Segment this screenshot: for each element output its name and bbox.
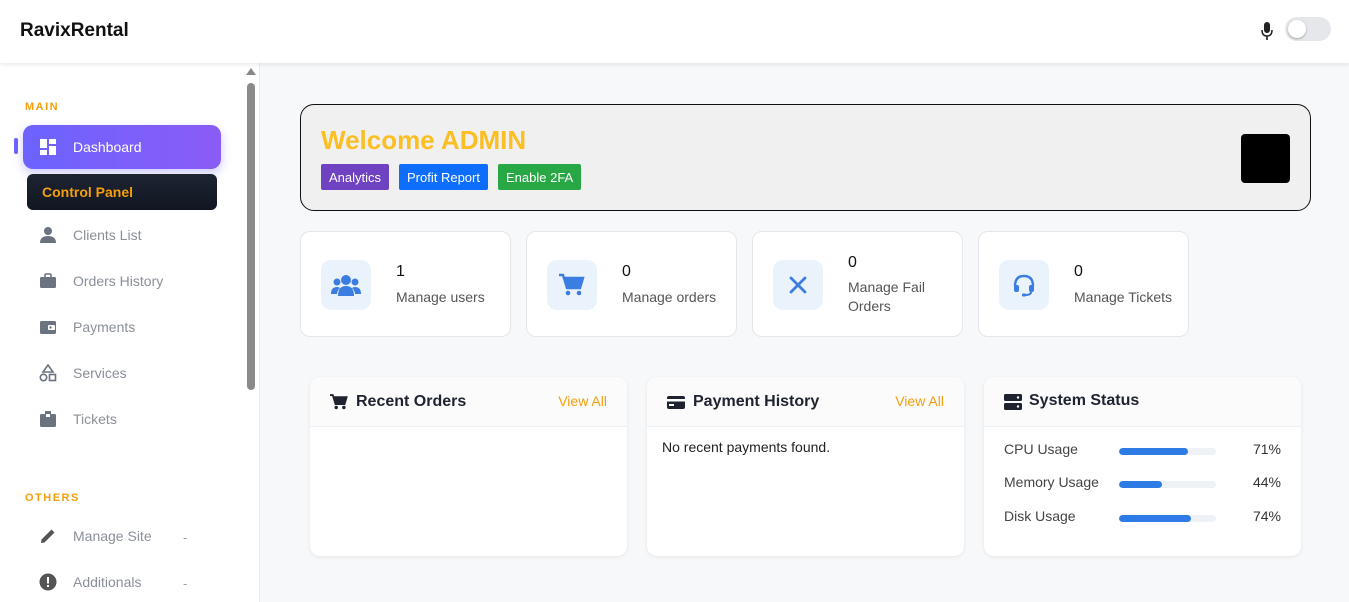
sidebar-item-payments[interactable]: Payments: [23, 307, 221, 347]
welcome-title: Welcome ADMIN: [321, 125, 527, 155]
users-icon: [321, 260, 371, 310]
panel-header: Recent Orders View All: [310, 377, 627, 427]
welcome-banner: Welcome ADMIN Analytics Profit Report En…: [300, 104, 1311, 211]
shapes-icon: [39, 364, 57, 382]
stat-label: Manage Tickets: [1074, 289, 1173, 305]
x-icon: [773, 260, 823, 310]
view-all-orders-link[interactable]: View All: [558, 393, 607, 409]
avatar[interactable]: [1241, 134, 1290, 183]
user-icon: [39, 226, 57, 244]
empty-state-text: No recent payments found.: [662, 439, 831, 455]
panel-header: System Status: [984, 377, 1301, 427]
top-bar: RavixRental: [0, 0, 1349, 63]
recent-orders-panel: Recent Orders View All: [310, 377, 627, 556]
disk-usage-row: Disk Usage 74%: [1004, 508, 1281, 528]
panel-header: Payment History View All: [647, 377, 964, 427]
cpu-usage-row: CPU Usage 71%: [1004, 441, 1281, 461]
expand-indicator: -: [183, 530, 188, 545]
expand-indicator: -: [183, 576, 188, 591]
credit-card-icon: [667, 396, 685, 409]
stat-card-fail-orders[interactable]: 0 Manage Fail Orders: [752, 231, 963, 337]
wallet-icon: [39, 318, 57, 336]
section-label-main: MAIN: [25, 101, 60, 113]
sidebar-item-manage-site[interactable]: Manage Site: [23, 516, 221, 556]
view-all-payments-link[interactable]: View All: [895, 393, 944, 409]
sidebar-item-orders-history[interactable]: Orders History: [23, 261, 221, 301]
payment-history-panel: Payment History View All No recent payme…: [647, 377, 964, 556]
dashboard-icon: [39, 138, 57, 156]
progress-bar: [1119, 448, 1216, 455]
progress-fill: [1119, 515, 1191, 522]
stat-label: Manage orders: [622, 289, 717, 305]
sidebar-item-clients-list[interactable]: Clients List: [23, 215, 221, 255]
cart-icon: [330, 394, 348, 410]
metric-percent: 44%: [1252, 474, 1281, 490]
microphone-icon[interactable]: [1261, 22, 1273, 40]
stat-card-orders[interactable]: 0 Manage orders: [526, 231, 737, 337]
metric-label: Memory Usage: [1004, 474, 1099, 490]
progress-fill: [1119, 448, 1188, 455]
enable-2fa-button[interactable]: Enable 2FA: [498, 164, 582, 190]
metric-percent: 74%: [1252, 508, 1281, 524]
progress-bar: [1119, 515, 1216, 522]
panel-title: Payment History: [693, 393, 820, 410]
sidebar-item-label: Additionals: [73, 574, 142, 590]
progress-bar: [1119, 481, 1216, 488]
toggle-knob: [1288, 20, 1306, 38]
sidebar-item-label: Orders History: [73, 273, 164, 289]
memory-usage-row: Memory Usage 44%: [1004, 474, 1281, 494]
theme-toggle[interactable]: [1285, 17, 1331, 41]
headset-icon: [999, 260, 1049, 310]
sidebar-item-services[interactable]: Services: [23, 353, 221, 393]
pencil-icon: [39, 527, 57, 545]
stat-card-tickets[interactable]: 0 Manage Tickets: [978, 231, 1189, 337]
sidebar-item-dashboard[interactable]: Dashboard: [23, 125, 221, 169]
stat-value: 1: [396, 263, 405, 280]
sidebar: MAIN Dashboard Control Panel Clients Lis…: [0, 63, 260, 602]
active-indicator: [14, 138, 18, 154]
scrollbar-thumb[interactable]: [247, 83, 255, 390]
sidebar-item-label: Dashboard: [73, 139, 142, 155]
sidebar-item-label: Tickets: [73, 411, 117, 427]
stat-label: Manage Fail Orders: [848, 279, 926, 314]
profit-report-button[interactable]: Profit Report: [399, 164, 488, 190]
metric-label: Disk Usage: [1004, 508, 1076, 524]
alert-circle-icon: [39, 573, 57, 591]
box-icon: [39, 410, 57, 428]
scroll-up-arrow[interactable]: [246, 68, 256, 75]
control-panel-button[interactable]: Control Panel: [27, 174, 217, 210]
server-icon: [1004, 394, 1022, 410]
briefcase-icon: [39, 272, 57, 290]
metric-percent: 71%: [1252, 441, 1281, 457]
cart-icon: [547, 260, 597, 310]
brand-logo[interactable]: RavixRental: [20, 20, 129, 42]
sidebar-item-label: Services: [73, 365, 127, 381]
progress-fill: [1119, 481, 1162, 488]
sidebar-item-label: Manage Site: [73, 528, 152, 544]
system-status-panel: System Status CPU Usage 71% Memory Usage…: [984, 377, 1301, 556]
sidebar-item-label: Clients List: [73, 227, 142, 243]
metric-label: CPU Usage: [1004, 441, 1078, 457]
section-label-others: OTHERS: [25, 492, 80, 504]
analytics-button[interactable]: Analytics: [321, 164, 390, 190]
stat-label: Manage users: [396, 289, 485, 305]
sidebar-item-additionals[interactable]: Additionals: [23, 562, 221, 602]
stat-value: 0: [1074, 263, 1083, 280]
stat-value: 0: [848, 254, 857, 271]
sidebar-item-label: Payments: [73, 319, 136, 335]
stat-value: 0: [622, 263, 631, 280]
panel-title: System Status: [1029, 392, 1140, 409]
panel-title: Recent Orders: [356, 393, 467, 410]
sidebar-item-tickets[interactable]: Tickets: [23, 399, 221, 439]
stat-card-users[interactable]: 1 Manage users: [300, 231, 511, 337]
